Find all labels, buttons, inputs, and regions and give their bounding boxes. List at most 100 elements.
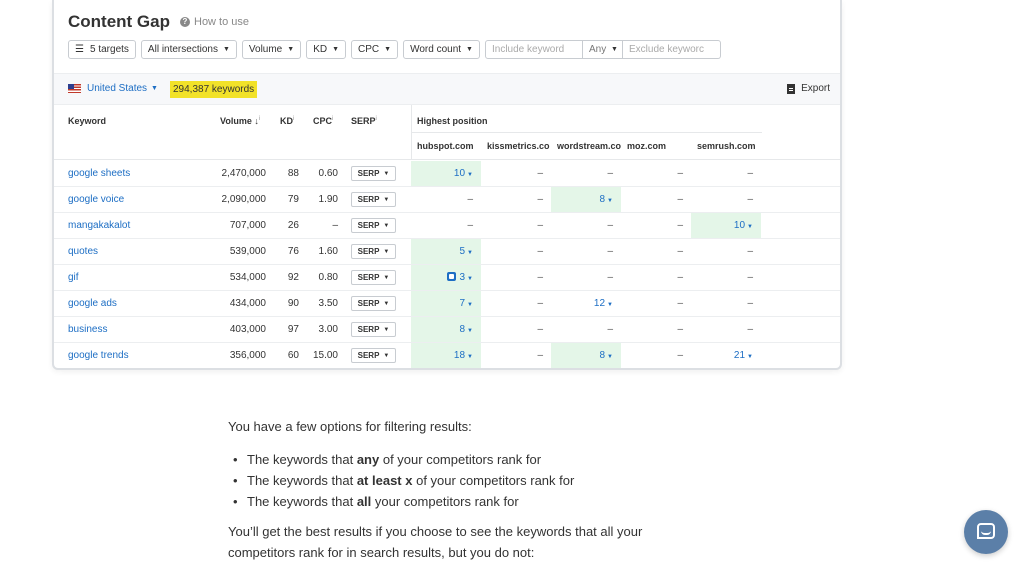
how-to-use-link[interactable]: ? How to use (180, 16, 249, 28)
caret-down-icon: ▼ (383, 222, 390, 229)
serp-button[interactable]: SERP ▼ (351, 166, 396, 181)
bullet-emphasis: any (356, 452, 380, 467)
bullet-text: of your competitors rank for (379, 452, 542, 467)
caret-down-icon: ▼ (607, 302, 613, 308)
position-cell: – (551, 317, 621, 342)
col-highest-position: Highest position (417, 116, 488, 126)
exclude-keyword-input[interactable]: Exclude keyworc (622, 40, 721, 59)
position-cell[interactable]: 10 ▼ (411, 161, 481, 186)
serp-button[interactable]: SERP ▼ (351, 244, 396, 259)
no-rank-dash: – (537, 350, 543, 361)
intersections-dropdown[interactable]: All intersections ▼ (140, 40, 237, 59)
serp-button-label: SERP (357, 273, 380, 282)
no-rank-dash: – (677, 298, 683, 309)
chat-launcher-button[interactable] (964, 510, 1008, 554)
export-button[interactable]: Export (787, 83, 830, 94)
targets-label: 5 targets (90, 44, 129, 55)
serp-button-label: SERP (357, 221, 380, 230)
position-cell[interactable]: 10 ▼ (691, 213, 761, 238)
no-rank-dash: – (677, 272, 683, 283)
keyword-link[interactable]: google trends (68, 343, 129, 368)
no-rank-dash: – (607, 324, 613, 335)
position-cell[interactable]: 21 ▼ (691, 343, 761, 368)
caret-down-icon: ▼ (467, 250, 473, 256)
serp-button[interactable]: SERP ▼ (351, 192, 396, 207)
cpc-filter-dropdown[interactable]: CPC ▼ (351, 40, 399, 59)
col-volume[interactable]: Volume ↓i (220, 116, 260, 126)
position-cell: – (411, 187, 481, 212)
col-serp[interactable]: SERPi (351, 116, 377, 126)
position-cell[interactable]: 3 ▼ (411, 265, 481, 290)
col-competitor-moz[interactable]: moz.com (627, 141, 692, 151)
volume-filter-dropdown[interactable]: Volume ▼ (241, 40, 302, 59)
position-value: 7 (459, 298, 466, 309)
col-cpc[interactable]: CPCi (313, 116, 333, 126)
cpc-value: 0.80 (318, 272, 338, 283)
no-rank-dash: – (747, 246, 753, 257)
keyword-link[interactable]: google sheets (68, 161, 130, 186)
position-cell[interactable]: 8 ▼ (551, 187, 621, 212)
position-cell[interactable]: 7 ▼ (411, 291, 481, 316)
bullet-text: The keywords that (247, 494, 357, 509)
serp-button[interactable]: SERP ▼ (351, 322, 396, 337)
col-keyword[interactable]: Keyword (68, 116, 106, 126)
serp-button-label: SERP (357, 351, 380, 360)
position-cell: – (691, 161, 761, 186)
table-row: gif 534,000 92 0.80 SERP ▼ 3 ▼ – – – – (54, 265, 840, 291)
position-cell: – (481, 343, 551, 368)
serp-button[interactable]: SERP ▼ (351, 296, 396, 311)
col-competitor-hubspot[interactable]: hubspot.com (417, 141, 482, 151)
country-selector[interactable]: United States ▼ (68, 83, 158, 94)
position-cell[interactable]: 8 ▼ (411, 317, 481, 342)
position-cell: – (551, 213, 621, 238)
col-competitor-wordstream[interactable]: wordstream.co (557, 141, 622, 151)
paragraph-line: competitors rank for in search results, … (228, 545, 535, 560)
caret-down-icon: ▼ (151, 85, 158, 92)
word-count-filter-dropdown[interactable]: Word count ▼ (403, 40, 480, 59)
keyword-link[interactable]: google ads (68, 291, 117, 316)
info-icon: i (332, 116, 334, 122)
col-competitor-semrush[interactable]: semrush.com (697, 141, 759, 151)
keyword-link[interactable]: google voice (68, 187, 124, 212)
kd-filter-label: KD (313, 44, 328, 55)
position-cell[interactable]: 12 ▼ (551, 291, 621, 316)
position-value: 3 (459, 272, 466, 283)
volume-value: 534,000 (229, 272, 266, 283)
caret-down-icon: ▼ (383, 170, 390, 177)
keyword-link[interactable]: business (68, 317, 107, 342)
serp-button-label: SERP (357, 195, 380, 204)
position-cell[interactable]: 5 ▼ (411, 239, 481, 264)
serp-button[interactable]: SERP ▼ (351, 218, 396, 233)
position-cell: – (691, 187, 761, 212)
keyword-link[interactable]: gif (68, 265, 79, 290)
col-kd[interactable]: KDi (280, 116, 294, 126)
bullet-text: your competitors rank for (371, 494, 519, 509)
no-rank-dash: – (467, 194, 473, 205)
targets-button[interactable]: ☰ 5 targets (68, 40, 136, 59)
col-volume-label: Volume ↓ (220, 116, 259, 126)
keyword-link[interactable]: quotes (68, 239, 98, 264)
serp-button[interactable]: SERP ▼ (351, 270, 396, 285)
keyword-link[interactable]: mangakakalot (68, 213, 130, 238)
caret-down-icon: ▼ (287, 46, 295, 53)
position-cell: – (691, 239, 761, 264)
include-keyword-input[interactable]: Include keyword (484, 40, 583, 59)
kd-filter-dropdown[interactable]: KD ▼ (306, 40, 347, 59)
col-competitor-kissmetrics[interactable]: kissmetrics.co (487, 141, 550, 151)
second-paragraph: You’ll get the best results if you choos… (228, 521, 748, 563)
info-icon: i (375, 116, 377, 122)
serp-button[interactable]: SERP ▼ (351, 348, 396, 363)
caret-down-icon: ▼ (467, 276, 473, 282)
word-count-filter-label: Word count (410, 44, 462, 55)
position-cell[interactable]: 8 ▼ (551, 343, 621, 368)
kd-value: 97 (287, 324, 299, 335)
content-gap-panel: Content Gap ? How to use ☰ 5 targets All… (52, 0, 842, 370)
filters-bar: ☰ 5 targets All intersections ▼ Volume ▼… (68, 40, 721, 59)
cpc-value: 3.00 (318, 324, 338, 335)
position-cell: – (621, 317, 691, 342)
no-rank-dash: – (607, 168, 613, 179)
position-cell[interactable]: 18 ▼ (411, 343, 481, 368)
col-serp-label: SERP (351, 116, 376, 126)
kd-value: 79 (287, 194, 299, 205)
any-select[interactable]: Any ▼ (582, 40, 623, 59)
